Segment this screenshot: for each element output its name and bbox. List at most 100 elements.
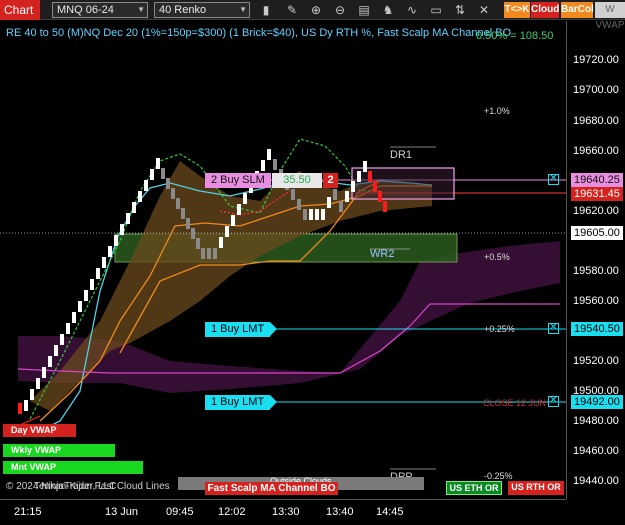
renko-brick — [378, 191, 382, 202]
renko-brick — [120, 224, 124, 235]
renko-brick — [181, 208, 185, 219]
x-tick: 09:45 — [166, 506, 194, 518]
price-flag-lmt-2: 19492.00 — [571, 395, 623, 409]
buy-lmt-order-tag-2[interactable]: 1 Buy LMT — [205, 395, 278, 410]
close-label: CLOSE 12 JUN — [483, 398, 547, 408]
renko-brick — [166, 178, 170, 189]
renko-brick — [191, 228, 195, 239]
zoom-in-icon[interactable]: ⊕ — [308, 2, 324, 18]
day-vwap-tag: Day VWAP — [3, 424, 76, 437]
y-tick: 19620.00 — [573, 205, 619, 217]
period-selector[interactable]: 40 Renko ▼ — [154, 2, 250, 18]
renko-brick — [18, 403, 22, 414]
x-tick: 12:02 — [218, 506, 246, 518]
cancel-order-icon[interactable]: ✕ — [548, 396, 559, 407]
renko-brick — [267, 149, 271, 160]
x-tick: 21:15 — [14, 506, 42, 518]
renko-brick — [84, 290, 88, 301]
renko-brick — [357, 171, 361, 182]
renko-brick — [351, 181, 355, 192]
barcol-toggle-button[interactable]: BarCol — [561, 2, 594, 18]
cancel-order-icon[interactable]: ✕ — [548, 174, 559, 185]
renko-brick — [303, 209, 307, 220]
renko-brick — [339, 201, 343, 212]
renko-brick — [383, 201, 387, 212]
renko-brick — [90, 279, 94, 290]
price-flag-lmt-1: 19540.50 — [571, 322, 623, 336]
renko-brick — [219, 237, 223, 248]
chart-tab[interactable]: Chart — [0, 0, 40, 20]
cross-icon[interactable]: ✕ — [476, 2, 492, 18]
renko-brick — [66, 323, 70, 334]
zoom-out-icon[interactable]: ⊖ — [332, 2, 348, 18]
instrument-selector[interactable]: MNQ 06-24 ▼ — [52, 2, 148, 18]
renko-brick — [368, 171, 372, 182]
renko-brick — [225, 226, 229, 237]
cloud-toggle-button[interactable]: Cloud — [531, 2, 559, 18]
bar-style-icon[interactable]: ▮ — [258, 2, 274, 18]
renko-brick — [171, 188, 175, 199]
dr1-label: DR1 — [390, 149, 413, 161]
renko-brick — [297, 199, 301, 210]
fast-scalp-tag: Fast Scalp MA Channel BO — [205, 482, 338, 495]
chart-trader-icon[interactable]: ⇅ — [452, 2, 468, 18]
monthly-vwap-tag: Mnt VWAP — [3, 461, 143, 474]
buy-slm-order-tag[interactable]: 2 Buy SLM — [205, 173, 271, 188]
x-tick: 13:30 — [272, 506, 300, 518]
chart-graphics — [0, 138, 566, 470]
time-axis[interactable]: 21:15 13 Jun 09:45 12:02 13:30 13:40 14:… — [0, 499, 566, 525]
wr2-label: WR2 — [370, 248, 395, 260]
renko-brick — [161, 168, 165, 179]
renko-brick — [231, 215, 235, 226]
chart-plot-area[interactable]: RE 40 to 50 (M)NQ Dec 20 (1%=150p=$300) … — [0, 21, 566, 499]
renko-brick — [261, 160, 265, 171]
pct-label-minus-025: -0.25% — [484, 471, 513, 481]
renko-brick — [60, 334, 64, 345]
renko-brick — [309, 209, 313, 220]
price-axis[interactable]: 19720.00 19700.00 19680.00 19660.00 1962… — [566, 21, 625, 499]
price-flag-last: 19605.00 — [571, 226, 623, 240]
renko-brick — [138, 191, 142, 202]
top-value-label: 0.50% = 108.50 — [476, 30, 554, 42]
y-tick: 19660.00 — [573, 145, 619, 157]
renko-brick — [96, 268, 100, 279]
renko-brick — [363, 161, 367, 172]
indicator-icon[interactable]: ∿ — [404, 2, 420, 18]
renko-brick — [315, 209, 319, 220]
buy-lmt-order-tag-1[interactable]: 1 Buy LMT — [205, 322, 278, 337]
renko-brick — [321, 209, 325, 220]
x-tick: 14:45 — [376, 506, 404, 518]
cancel-order-icon[interactable]: ✕ — [548, 323, 559, 334]
renko-brick — [345, 191, 349, 202]
draw-pencil-icon[interactable]: ✎ — [284, 2, 300, 18]
renko-brick — [108, 246, 112, 257]
y-tick: 19440.00 — [573, 475, 619, 487]
renko-brick — [48, 356, 52, 367]
template-icon[interactable]: ▭ — [428, 2, 444, 18]
buy-slm-order-qty[interactable]: 2 — [323, 173, 338, 188]
weekly-vwap-tag: Wkly VWAP — [3, 444, 115, 457]
tk-toggle-button[interactable]: T<>K — [504, 2, 530, 18]
renko-brick — [207, 248, 211, 259]
renko-brick — [201, 248, 205, 259]
pct-label-plus-05: +0.5% — [484, 252, 510, 262]
renko-brick — [373, 181, 377, 192]
x-tick: 13:40 — [326, 506, 354, 518]
renko-brick — [30, 389, 34, 400]
renko-brick — [327, 197, 331, 208]
us-rth-or-tag: US RTH OR — [508, 481, 564, 495]
buy-slm-order-value[interactable]: 35.50 — [272, 173, 322, 188]
renko-brick — [54, 345, 58, 356]
y-tick: 19680.00 — [573, 115, 619, 127]
y-tick: 19520.00 — [573, 355, 619, 367]
price-flag-order: 19640.25 — [571, 173, 623, 187]
renko-brick — [186, 218, 190, 229]
strategy-icon[interactable]: ♞ — [380, 2, 396, 18]
renko-brick — [291, 189, 295, 200]
overlay-label: Tenkan-Kijun Fast Cloud Lines — [34, 481, 170, 492]
renko-brick — [42, 367, 46, 378]
renko-brick — [273, 159, 277, 170]
renko-brick — [150, 169, 154, 180]
vwap-toggle-button[interactable]: W VWAP — [595, 2, 625, 31]
properties-icon[interactable]: ▤ — [356, 2, 372, 18]
